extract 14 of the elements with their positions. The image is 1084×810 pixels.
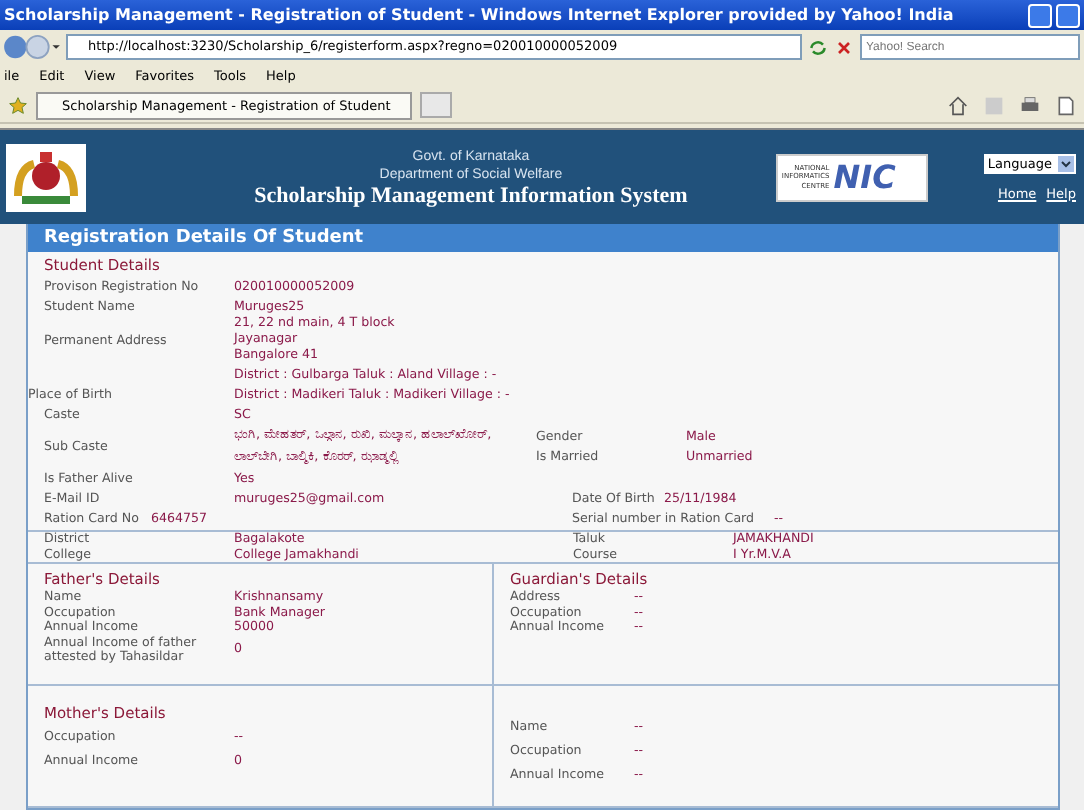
stop-icon[interactable] xyxy=(834,37,854,57)
maximize-button[interactable] xyxy=(1056,3,1080,27)
window-title: Scholarship Management - Registration of Student - Windows Internet Explorer provided by Yahoo! India xyxy=(4,6,954,24)
star-icon[interactable] xyxy=(8,95,28,115)
home-icon[interactable] xyxy=(948,95,968,115)
emblem-drawing xyxy=(6,143,86,211)
dropdown-arrow-icon xyxy=(1058,155,1074,171)
page-heading: Registration Details Of Student xyxy=(28,224,1058,252)
print-icon[interactable] xyxy=(1020,95,1040,115)
minimize-button[interactable] xyxy=(1028,3,1052,27)
refresh-icon[interactable] xyxy=(808,37,828,57)
page-icon[interactable] xyxy=(1056,95,1076,115)
site-title: Scholarship Management Information System xyxy=(254,183,688,207)
back-forward-icon[interactable] xyxy=(4,34,60,60)
